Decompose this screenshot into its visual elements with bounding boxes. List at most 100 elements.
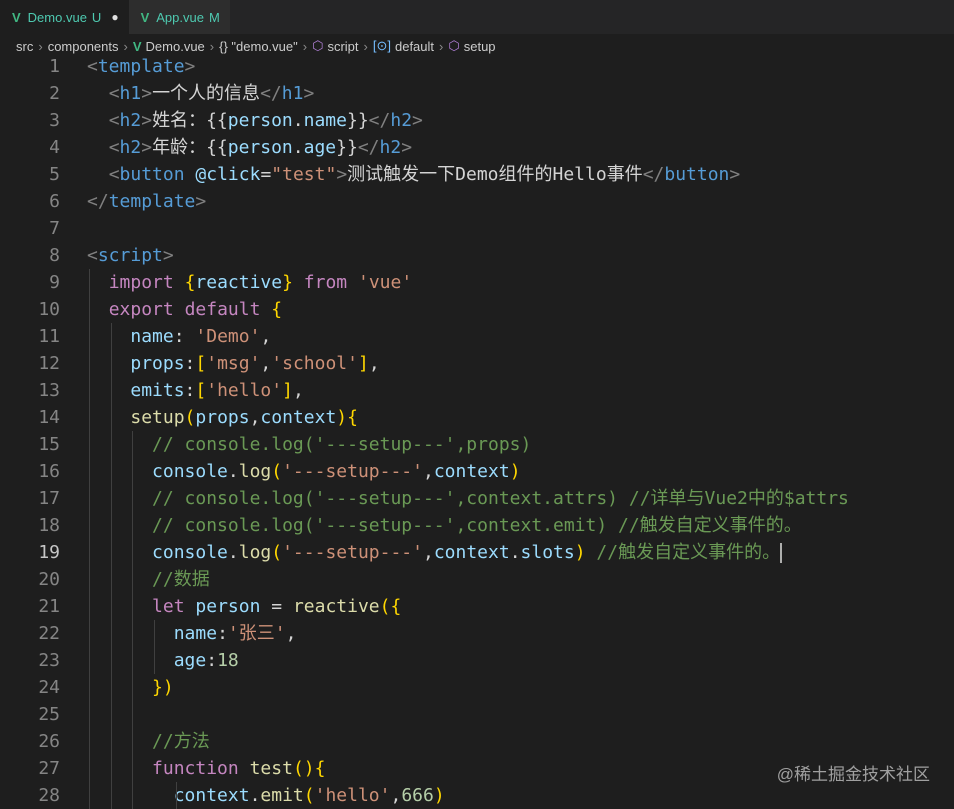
code-token: // console.log('---setup---',context.att…	[152, 488, 849, 509]
code-token: .	[292, 137, 304, 158]
code-token: {{	[206, 137, 228, 158]
code-token: context	[433, 461, 510, 482]
code-token: .	[227, 542, 239, 563]
code-token: ]	[357, 353, 369, 374]
code-line[interactable]: 18 // console.log('---setup---',context.…	[0, 512, 954, 539]
line-number: 13	[38, 380, 60, 401]
code-token: person	[227, 137, 293, 158]
code-token: [	[195, 353, 207, 374]
code-line[interactable]: 6 </template>	[0, 188, 954, 215]
code-token: =	[271, 596, 283, 617]
code-text: <h2>姓名：{{person.name}}</h2>	[108, 110, 423, 131]
code-token: </	[642, 164, 665, 185]
code-token: 'msg'	[206, 353, 261, 374]
code-line[interactable]: 2 <h1>一个人的信息</h1>	[0, 80, 954, 107]
tab-app-vue[interactable]: V App.vue M	[128, 0, 230, 34]
code-line[interactable]: 5 <button @click="test">测试触发一下Demo组件的Hel…	[0, 161, 954, 188]
breadcrumb-default[interactable]: default	[395, 39, 434, 54]
line-number: 6	[49, 191, 60, 212]
code-text: let person = reactive({	[87, 593, 401, 620]
code-token: '张三'	[227, 623, 286, 644]
code-line[interactable]: 15 // console.log('---setup---',props)	[0, 431, 954, 458]
code-token: )	[509, 461, 521, 482]
code-line[interactable]: 26 //方法	[0, 728, 954, 755]
code-line[interactable]: 24 })	[0, 674, 954, 701]
code-token: ,	[260, 326, 272, 347]
code-line[interactable]: 13 emits:['hello'],	[0, 377, 954, 404]
code-line[interactable]: 3 <h2>姓名：{{person.name}}</h2>	[0, 107, 954, 134]
code-token: button	[119, 164, 185, 185]
code-token: h2	[379, 137, 402, 158]
code-token: function	[152, 758, 239, 779]
code-text: <button @click="test">测试触发一下Demo组件的Hello…	[108, 164, 741, 185]
code-token: button	[664, 164, 730, 185]
code-token: default	[184, 299, 261, 320]
code-token: =	[260, 164, 272, 185]
text-cursor	[780, 543, 783, 563]
breadcrumb-setup[interactable]: setup	[464, 39, 496, 54]
line-number: 8	[49, 245, 60, 266]
code-token: >	[162, 245, 174, 266]
line-number: 21	[38, 596, 60, 617]
code-token: context	[433, 542, 510, 563]
code-line[interactable]: 10 export default {	[0, 296, 954, 323]
line-number: 25	[38, 704, 60, 725]
breadcrumb-components[interactable]: components	[48, 39, 119, 54]
tab-label: App.vue	[156, 9, 204, 25]
line-number: 22	[38, 623, 60, 644]
breadcrumb-src[interactable]: src	[16, 39, 33, 54]
code-line[interactable]: 1 <template>	[0, 53, 954, 80]
line-number: 11	[38, 326, 60, 347]
line-number: 24	[38, 677, 60, 698]
breadcrumb-file[interactable]: Demo.vue	[146, 39, 205, 54]
code-token: >	[412, 110, 423, 131]
breadcrumb-block[interactable]: {} "demo.vue"	[219, 39, 298, 54]
code-line[interactable]: 17 // console.log('---setup---',context.…	[0, 485, 954, 512]
code-token: <	[108, 137, 120, 158]
code-line[interactable]: 28 context.emit('hello',666)	[0, 782, 954, 809]
code-token: person	[227, 110, 293, 131]
code-token: )	[574, 542, 586, 563]
method-cube-icon: ⬡	[448, 38, 460, 53]
code-token: props	[195, 407, 250, 428]
code-line[interactable]: 12 props:['msg','school'],	[0, 350, 954, 377]
line-number: 1	[49, 56, 60, 77]
line-number: 17	[38, 488, 60, 509]
code-text: context.emit('hello',666)	[87, 782, 445, 809]
code-editor[interactable]: 1 <template> 2 <h1>一个人的信息</h1> 3 <h2>姓名：{{p…	[0, 56, 954, 809]
unsaved-dot-icon[interactable]: ●	[111, 10, 118, 24]
code-token: log	[238, 542, 272, 563]
breadcrumb-script[interactable]: script	[327, 39, 358, 54]
code-line[interactable]: 7	[0, 215, 954, 242]
code-line[interactable]: 19 console.log('---setup---',context.slo…	[0, 539, 954, 566]
code-line[interactable]: 14 setup(props,context){	[0, 404, 954, 431]
code-line[interactable]: 16 console.log('---setup---',context)	[0, 458, 954, 485]
code-line[interactable]: 11 name: 'Demo',	[0, 323, 954, 350]
code-token: ,	[390, 785, 402, 806]
line-number: 7	[49, 218, 60, 239]
code-line[interactable]: 9 import {reactive} from 'vue'	[0, 269, 954, 296]
code-token: )	[303, 758, 315, 779]
tab-demo-vue[interactable]: V Demo.vue U ●	[0, 0, 129, 34]
code-line[interactable]: 4 <h2>年龄：{{person.age}}</h2>	[0, 134, 954, 161]
code-text: <h2>年龄：{{person.age}}</h2>	[108, 137, 413, 158]
code-text: console.log('---setup---',context)	[87, 458, 521, 485]
code-token: <	[108, 110, 120, 131]
code-line[interactable]: 21 let person = reactive({	[0, 593, 954, 620]
line-number: 5	[49, 164, 60, 185]
code-token: </	[87, 191, 109, 212]
code-token: ,	[249, 407, 261, 428]
code-token: .	[292, 110, 304, 131]
code-line[interactable]: 23 age:18	[0, 647, 954, 674]
code-line[interactable]: 8 <script>	[0, 242, 954, 269]
code-token: :	[217, 623, 228, 644]
code-token: >	[141, 110, 153, 131]
code-token: slots	[520, 542, 575, 563]
code-token: [	[195, 380, 207, 401]
code-line[interactable]: 25	[0, 701, 954, 728]
code-line[interactable]: 22 name:'张三',	[0, 620, 954, 647]
code-line[interactable]: 20 //数据	[0, 566, 954, 593]
code-token: >	[729, 164, 741, 185]
code-token: setup	[130, 407, 185, 428]
line-number: 4	[49, 137, 60, 158]
